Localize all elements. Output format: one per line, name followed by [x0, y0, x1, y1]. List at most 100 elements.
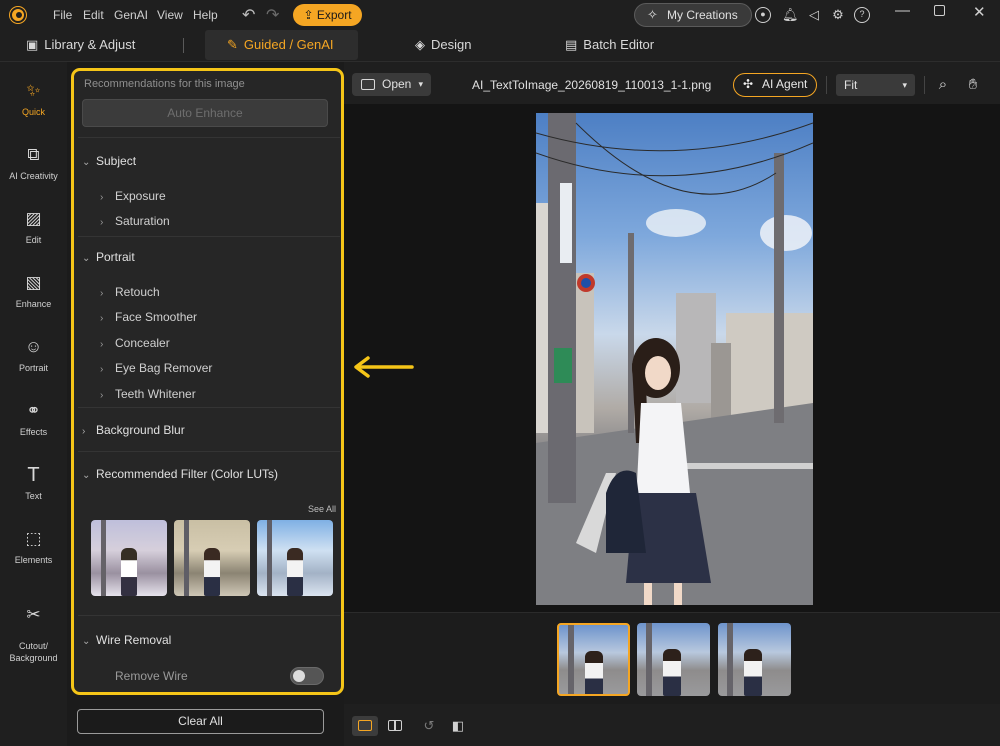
nav-edit[interactable]: ▨ Edit: [0, 208, 67, 245]
section-title: Recommended Filter (Color LUTs): [96, 467, 279, 481]
section-background-blur[interactable]: › Background Blur: [82, 423, 185, 437]
auto-enhance-button[interactable]: Auto Enhance: [82, 99, 328, 127]
single-view-icon: [358, 720, 372, 731]
thumbnail-figure: [287, 548, 303, 596]
app-logo-icon: [10, 7, 26, 23]
notification-bell-icon[interactable]: 🔔︎: [782, 7, 799, 23]
nav-label: Portrait: [18, 363, 48, 373]
minimize-icon[interactable]: —: [895, 2, 910, 19]
megaphone-icon[interactable]: ◁: [806, 7, 822, 23]
divider: [78, 236, 340, 237]
menu-view[interactable]: View: [157, 8, 183, 22]
compare-view-button[interactable]: [382, 716, 408, 736]
tab-divider: [183, 38, 184, 53]
text-icon: T: [27, 464, 40, 486]
thumbnail-pole: [267, 520, 272, 596]
section-subject[interactable]: ⌄ Subject: [82, 154, 136, 168]
chevron-down-icon: ▾: [902, 80, 907, 90]
nav-label: Cutout/ Background: [9, 641, 58, 663]
section-portrait[interactable]: ⌄ Portrait: [82, 250, 135, 264]
menu-edit[interactable]: Edit: [83, 8, 104, 22]
toolbar-divider: [826, 76, 827, 94]
nav-effects[interactable]: ⚭ Effects: [0, 400, 67, 437]
maximize-icon[interactable]: [934, 5, 945, 16]
export-button[interactable]: ⇪ Export: [293, 4, 362, 26]
nav-label: Elements: [14, 555, 53, 565]
open-button[interactable]: Open ▾: [352, 73, 431, 96]
export-label: Export: [316, 8, 352, 22]
filter-thumbnail[interactable]: [91, 520, 167, 596]
tab-library-adjust[interactable]: ▣ Library & Adjust: [26, 30, 176, 60]
item-retouch[interactable]: › Retouch: [100, 285, 160, 299]
item-eye-bag-remover[interactable]: › Eye Bag Remover: [100, 361, 212, 375]
menu-genai[interactable]: GenAI: [114, 8, 148, 22]
divider: [78, 137, 340, 138]
cutout-icon: ✂: [26, 605, 41, 624]
chevron-right-icon: ›: [100, 217, 104, 228]
tab-guided-genai[interactable]: ✎ Guided / GenAI: [205, 30, 358, 60]
menu-file[interactable]: File: [53, 8, 72, 22]
undo-icon[interactable]: ↶: [242, 5, 255, 25]
toolbar-divider: [924, 76, 925, 94]
tab-batch-editor[interactable]: ▤ Batch Editor: [565, 30, 675, 60]
chevron-right-icon: ›: [100, 390, 104, 401]
close-icon[interactable]: ✕: [973, 3, 986, 21]
filter-thumbnail[interactable]: [257, 520, 333, 596]
elements-icon: ⬚: [25, 529, 42, 548]
split-line: [394, 720, 396, 731]
photo-scene: [536, 113, 813, 605]
item-saturation[interactable]: › Saturation: [100, 214, 170, 228]
ai-agent-icon: ✣: [743, 77, 754, 91]
divider: [78, 615, 340, 616]
nav-elements[interactable]: ⬚ Elements: [0, 528, 67, 565]
menu-help[interactable]: Help: [193, 8, 218, 22]
history-icon[interactable]: ↺: [421, 718, 437, 734]
filmstrip-thumbnail[interactable]: [557, 623, 630, 696]
zoom-search-icon[interactable]: ⌕: [934, 76, 952, 94]
recommendations-title: Recommendations for this image: [84, 78, 245, 90]
nav-enhance[interactable]: ▧ Enhance: [0, 272, 67, 309]
item-concealer[interactable]: › Concealer: [100, 336, 170, 350]
filmstrip-thumbnail[interactable]: [637, 623, 710, 696]
filmstrip-thumbnail[interactable]: [718, 623, 791, 696]
see-all-link[interactable]: See All: [308, 504, 336, 514]
tab-design[interactable]: ◈ Design: [415, 30, 495, 60]
nav-label: Text: [25, 491, 42, 501]
nav-ai-creativity[interactable]: ⧉ AI Creativity: [0, 144, 67, 181]
filter-thumbnail[interactable]: [174, 520, 250, 596]
batch-icon: ▤: [565, 37, 578, 52]
my-creations-button[interactable]: ✧ My Creations: [634, 3, 752, 27]
tab-label: Batch Editor: [583, 37, 655, 52]
nav-text[interactable]: T Text: [0, 464, 67, 501]
nav-quick[interactable]: ✨︎ Quick: [0, 80, 67, 117]
chevron-right-icon: ›: [100, 364, 104, 375]
section-wire-removal[interactable]: ⌄ Wire Removal: [82, 633, 171, 647]
chevron-right-icon: ›: [100, 288, 104, 299]
main-photo[interactable]: [536, 113, 813, 605]
thumbnail-figure: [121, 548, 137, 596]
redo-icon[interactable]: ↷: [266, 5, 279, 25]
help-icon[interactable]: ?: [854, 7, 870, 23]
before-after-icon[interactable]: ◧: [450, 718, 466, 734]
magic-wand-icon: ✨︎: [26, 81, 41, 100]
nav-cutout-background[interactable]: ✂ Cutout/ Background: [0, 592, 67, 664]
ai-agent-button[interactable]: ✣ AI Agent: [733, 73, 817, 97]
clear-all-button[interactable]: Clear All: [77, 709, 324, 734]
single-view-button[interactable]: [352, 716, 378, 736]
remove-wire-toggle[interactable]: [290, 667, 324, 685]
thumbnail-figure: [744, 649, 762, 696]
section-recommended-filter[interactable]: ⌄ Recommended Filter (Color LUTs): [82, 467, 278, 481]
item-label: Face Smoother: [115, 310, 198, 324]
account-icon[interactable]: ●: [755, 7, 771, 23]
item-exposure[interactable]: › Exposure: [100, 189, 166, 203]
zoom-select[interactable]: Fit ▾: [836, 74, 915, 96]
settings-gear-icon[interactable]: ⚙: [830, 7, 846, 23]
hand-pan-icon[interactable]: ✋︎: [964, 76, 982, 94]
export-upload-icon: ⇪: [303, 8, 314, 22]
thumbnail-pole: [727, 623, 733, 696]
thumbnail-figure: [585, 651, 603, 694]
bottom-toolbar: [344, 704, 1000, 746]
item-face-smoother[interactable]: › Face Smoother: [100, 310, 197, 324]
nav-portrait[interactable]: ☺ Portrait: [0, 336, 67, 373]
item-teeth-whitener[interactable]: › Teeth Whitener: [100, 387, 196, 401]
